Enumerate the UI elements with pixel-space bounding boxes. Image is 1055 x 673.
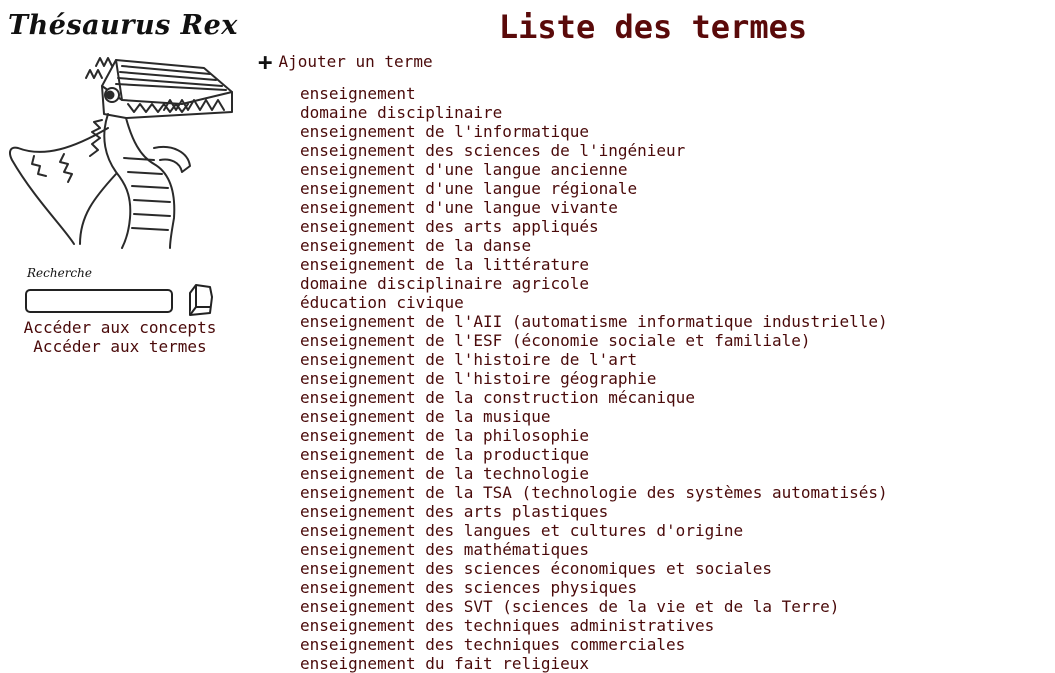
term-item[interactable]: enseignement des mathématiques (300, 540, 888, 559)
term-item[interactable]: domaine disciplinaire agricole (300, 274, 888, 293)
term-item[interactable]: enseignement d'une langue vivante (300, 198, 888, 217)
sidebar: Thésaurus Rex Recherche Accéder aux conc… (0, 0, 245, 672)
term-item[interactable]: enseignement des SVT (sciences de la vie… (300, 597, 888, 616)
term-item[interactable]: enseignement des techniques administrati… (300, 616, 888, 635)
term-item[interactable]: enseignement du fait religieux (300, 654, 888, 673)
term-item[interactable]: enseignement des arts appliqués (300, 217, 888, 236)
term-item[interactable]: enseignement des sciences physiques (300, 578, 888, 597)
term-item[interactable]: domaine disciplinaire (300, 103, 888, 122)
term-item[interactable]: enseignement de la littérature (300, 255, 888, 274)
term-item[interactable]: enseignement d'une langue régionale (300, 179, 888, 198)
term-item[interactable]: enseignement des sciences de l'ingénieur (300, 141, 888, 160)
add-term-label: Ajouter un terme (278, 52, 433, 71)
term-item[interactable]: enseignement de l'AII (automatisme infor… (300, 312, 888, 331)
term-item[interactable]: enseignement de la danse (300, 236, 888, 255)
term-list: enseignement domaine disciplinaire enseign… (300, 84, 888, 673)
page-title: Liste des termes (498, 8, 808, 46)
plus-icon: + (258, 48, 273, 76)
term-item[interactable]: enseignement de l'histoire de l'art (300, 350, 888, 369)
term-item[interactable]: enseignement des langues et cultures d'o… (300, 521, 888, 540)
search-button-icon[interactable] (184, 283, 216, 319)
term-item[interactable]: enseignement de l'histoire géographie (300, 369, 888, 388)
nav-link-terms[interactable]: Accéder aux termes (0, 337, 240, 356)
add-term-button[interactable]: + Ajouter un terme (258, 48, 433, 76)
term-item[interactable]: éducation civique (300, 293, 888, 312)
term-item[interactable]: enseignement de la productique (300, 445, 888, 464)
term-item[interactable]: enseignement de la musique (300, 407, 888, 426)
term-item[interactable]: enseignement des sciences économiques et… (300, 559, 888, 578)
search-label: Recherche (27, 266, 92, 280)
term-item[interactable]: enseignement de l'ESF (économie sociale … (300, 331, 888, 350)
term-item[interactable]: enseignement d'une langue ancienne (300, 160, 888, 179)
nav-link-concepts[interactable]: Accéder aux concepts (0, 318, 240, 337)
term-item[interactable]: enseignement de la TSA (technologie des … (300, 483, 888, 502)
term-item[interactable]: enseignement de la technologie (300, 464, 888, 483)
term-item[interactable]: enseignement (300, 84, 888, 103)
mascot-illustration (9, 57, 233, 249)
term-item[interactable]: enseignement des arts plastiques (300, 502, 888, 521)
term-item[interactable]: enseignement des techniques commerciales (300, 635, 888, 654)
term-item[interactable]: enseignement de la philosophie (300, 426, 888, 445)
term-item[interactable]: enseignement de l'informatique (300, 122, 888, 141)
logo-title[interactable]: Thésaurus Rex (8, 10, 238, 41)
search-input[interactable] (25, 289, 173, 313)
term-item[interactable]: enseignement de la construction mécaniqu… (300, 388, 888, 407)
